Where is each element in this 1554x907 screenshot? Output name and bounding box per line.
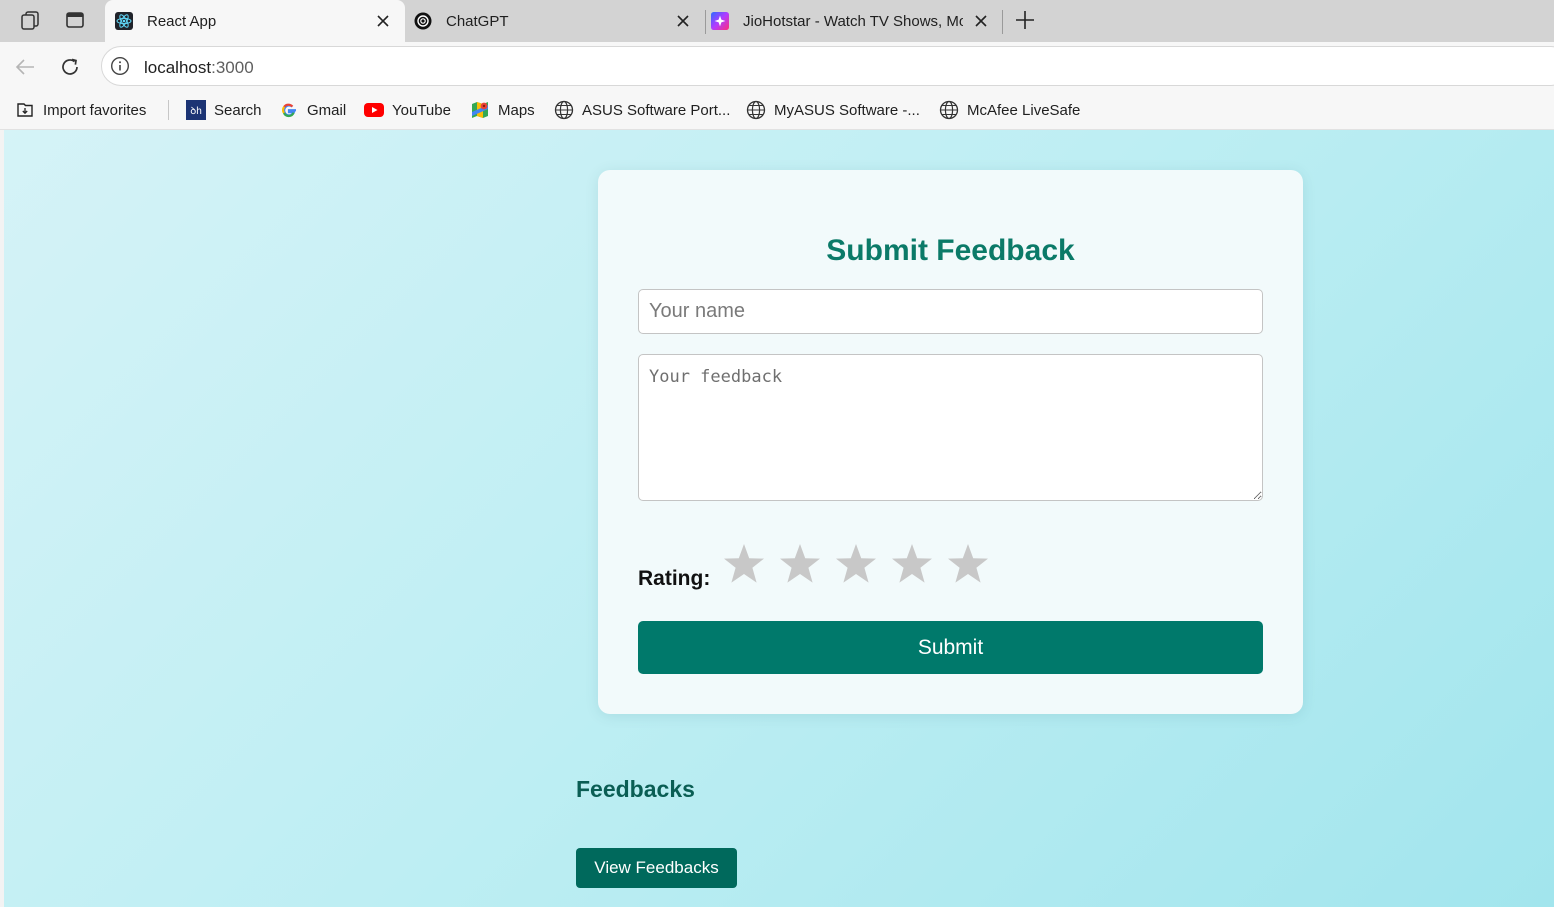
bookmark-label: Maps [498,101,535,119]
bookmark-import-favorites[interactable]: Import favorites [15,99,146,121]
bookmark-search[interactable]: ꝺh Search [186,99,262,121]
tab-jiohotstar[interactable]: JioHotstar - Watch TV Shows, Mo [705,0,1005,42]
url-host: localhost [144,58,212,77]
submit-button[interactable]: Submit [638,621,1263,674]
name-input[interactable] [638,289,1263,334]
site-info-icon[interactable] [110,56,130,76]
bookmark-maps[interactable]: Maps [470,99,535,121]
maps-icon [470,100,490,120]
svg-text:ꝺh: ꝺh [190,106,202,117]
back-arrow-icon[interactable] [10,52,40,82]
bookmark-label: McAfee LiveSafe [967,101,1081,119]
refresh-icon[interactable] [55,52,85,82]
bookmark-asus-software-portal[interactable]: ASUS Software Port... [554,99,730,121]
url-text: localhost:3000 [144,58,254,78]
star-icon[interactable] [884,536,940,594]
star-rating [716,536,996,594]
view-feedbacks-button[interactable]: View Feedbacks [576,848,737,888]
tab-separator [1002,10,1003,34]
address-bar[interactable]: localhost:3000 [101,46,1554,86]
feedbacks-heading: Feedbacks [576,776,695,802]
globe-icon [939,100,959,120]
vertical-tabs-icon[interactable] [60,6,90,34]
tab-title: JioHotstar - Watch TV Shows, Mo [743,12,963,30]
address-toolbar: localhost:3000 [0,42,1554,90]
bookmark-label: Gmail [307,101,347,119]
bookmark-label: ASUS Software Port... [582,101,731,119]
bookmark-gmail[interactable]: Gmail [279,99,346,121]
tab-react-app[interactable]: React App [105,0,405,42]
search-bookmark-icon: ꝺh [186,100,206,120]
form-title: Submit Feedback [826,234,1075,267]
close-icon[interactable] [373,11,393,31]
star-icon[interactable] [940,536,996,594]
jiohotstar-logo-icon [711,12,729,30]
new-tab-icon[interactable] [1010,6,1040,34]
tab-title: ChatGPT [446,12,509,30]
feedback-form-card: Submit Feedback Rating: Submit [598,170,1303,714]
tab-chatgpt[interactable]: ChatGPT [405,0,705,42]
close-icon[interactable] [971,11,991,31]
bookmark-label: MyASUS Software -... [774,101,920,119]
workspaces-icon[interactable] [15,6,45,34]
bookmarks-bar: Import favorites ꝺh Search Gmail YouTube… [0,90,1554,130]
bookmark-mcafee-livesafe[interactable]: McAfee LiveSafe [939,99,1080,121]
chatgpt-logo-icon [414,12,432,30]
url-port: :3000 [211,58,254,77]
globe-icon [746,100,766,120]
star-icon[interactable] [772,536,828,594]
bookmark-label: YouTube [392,101,451,119]
tab-title: React App [147,12,217,30]
globe-icon [554,100,574,120]
youtube-icon [364,100,384,120]
star-icon[interactable] [828,536,884,594]
bookmark-youtube[interactable]: YouTube [364,99,451,121]
tab-strip: React App ChatGPT JioHotstar - Watch TV … [0,0,1554,42]
close-icon[interactable] [673,11,693,31]
bookmark-label: Search [214,101,262,119]
feedback-textarea[interactable] [638,354,1263,501]
page-viewport: Submit Feedback Rating: Submit Feedbacks… [4,130,1554,907]
star-icon[interactable] [716,536,772,594]
bookmarks-divider [168,100,169,120]
bookmark-myasus-software[interactable]: MyASUS Software -... [746,99,920,121]
react-logo-icon [115,12,133,30]
rating-label: Rating: [638,567,711,590]
google-g-icon [279,100,299,120]
bookmark-label: Import favorites [43,101,147,119]
import-favorites-icon [15,100,35,120]
